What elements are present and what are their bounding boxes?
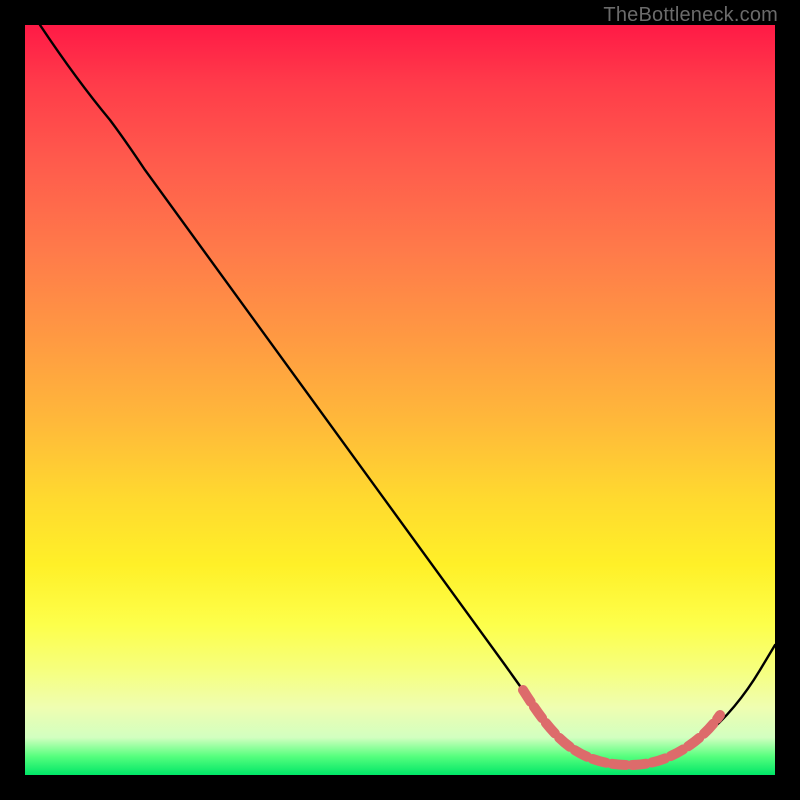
chart-svg — [25, 25, 775, 775]
bottleneck-highlight — [523, 690, 720, 765]
chart-frame: TheBottleneck.com — [0, 0, 800, 800]
chart-plot-area — [25, 25, 775, 775]
bottleneck-curve — [40, 25, 775, 764]
watermark-text: TheBottleneck.com — [603, 4, 778, 27]
